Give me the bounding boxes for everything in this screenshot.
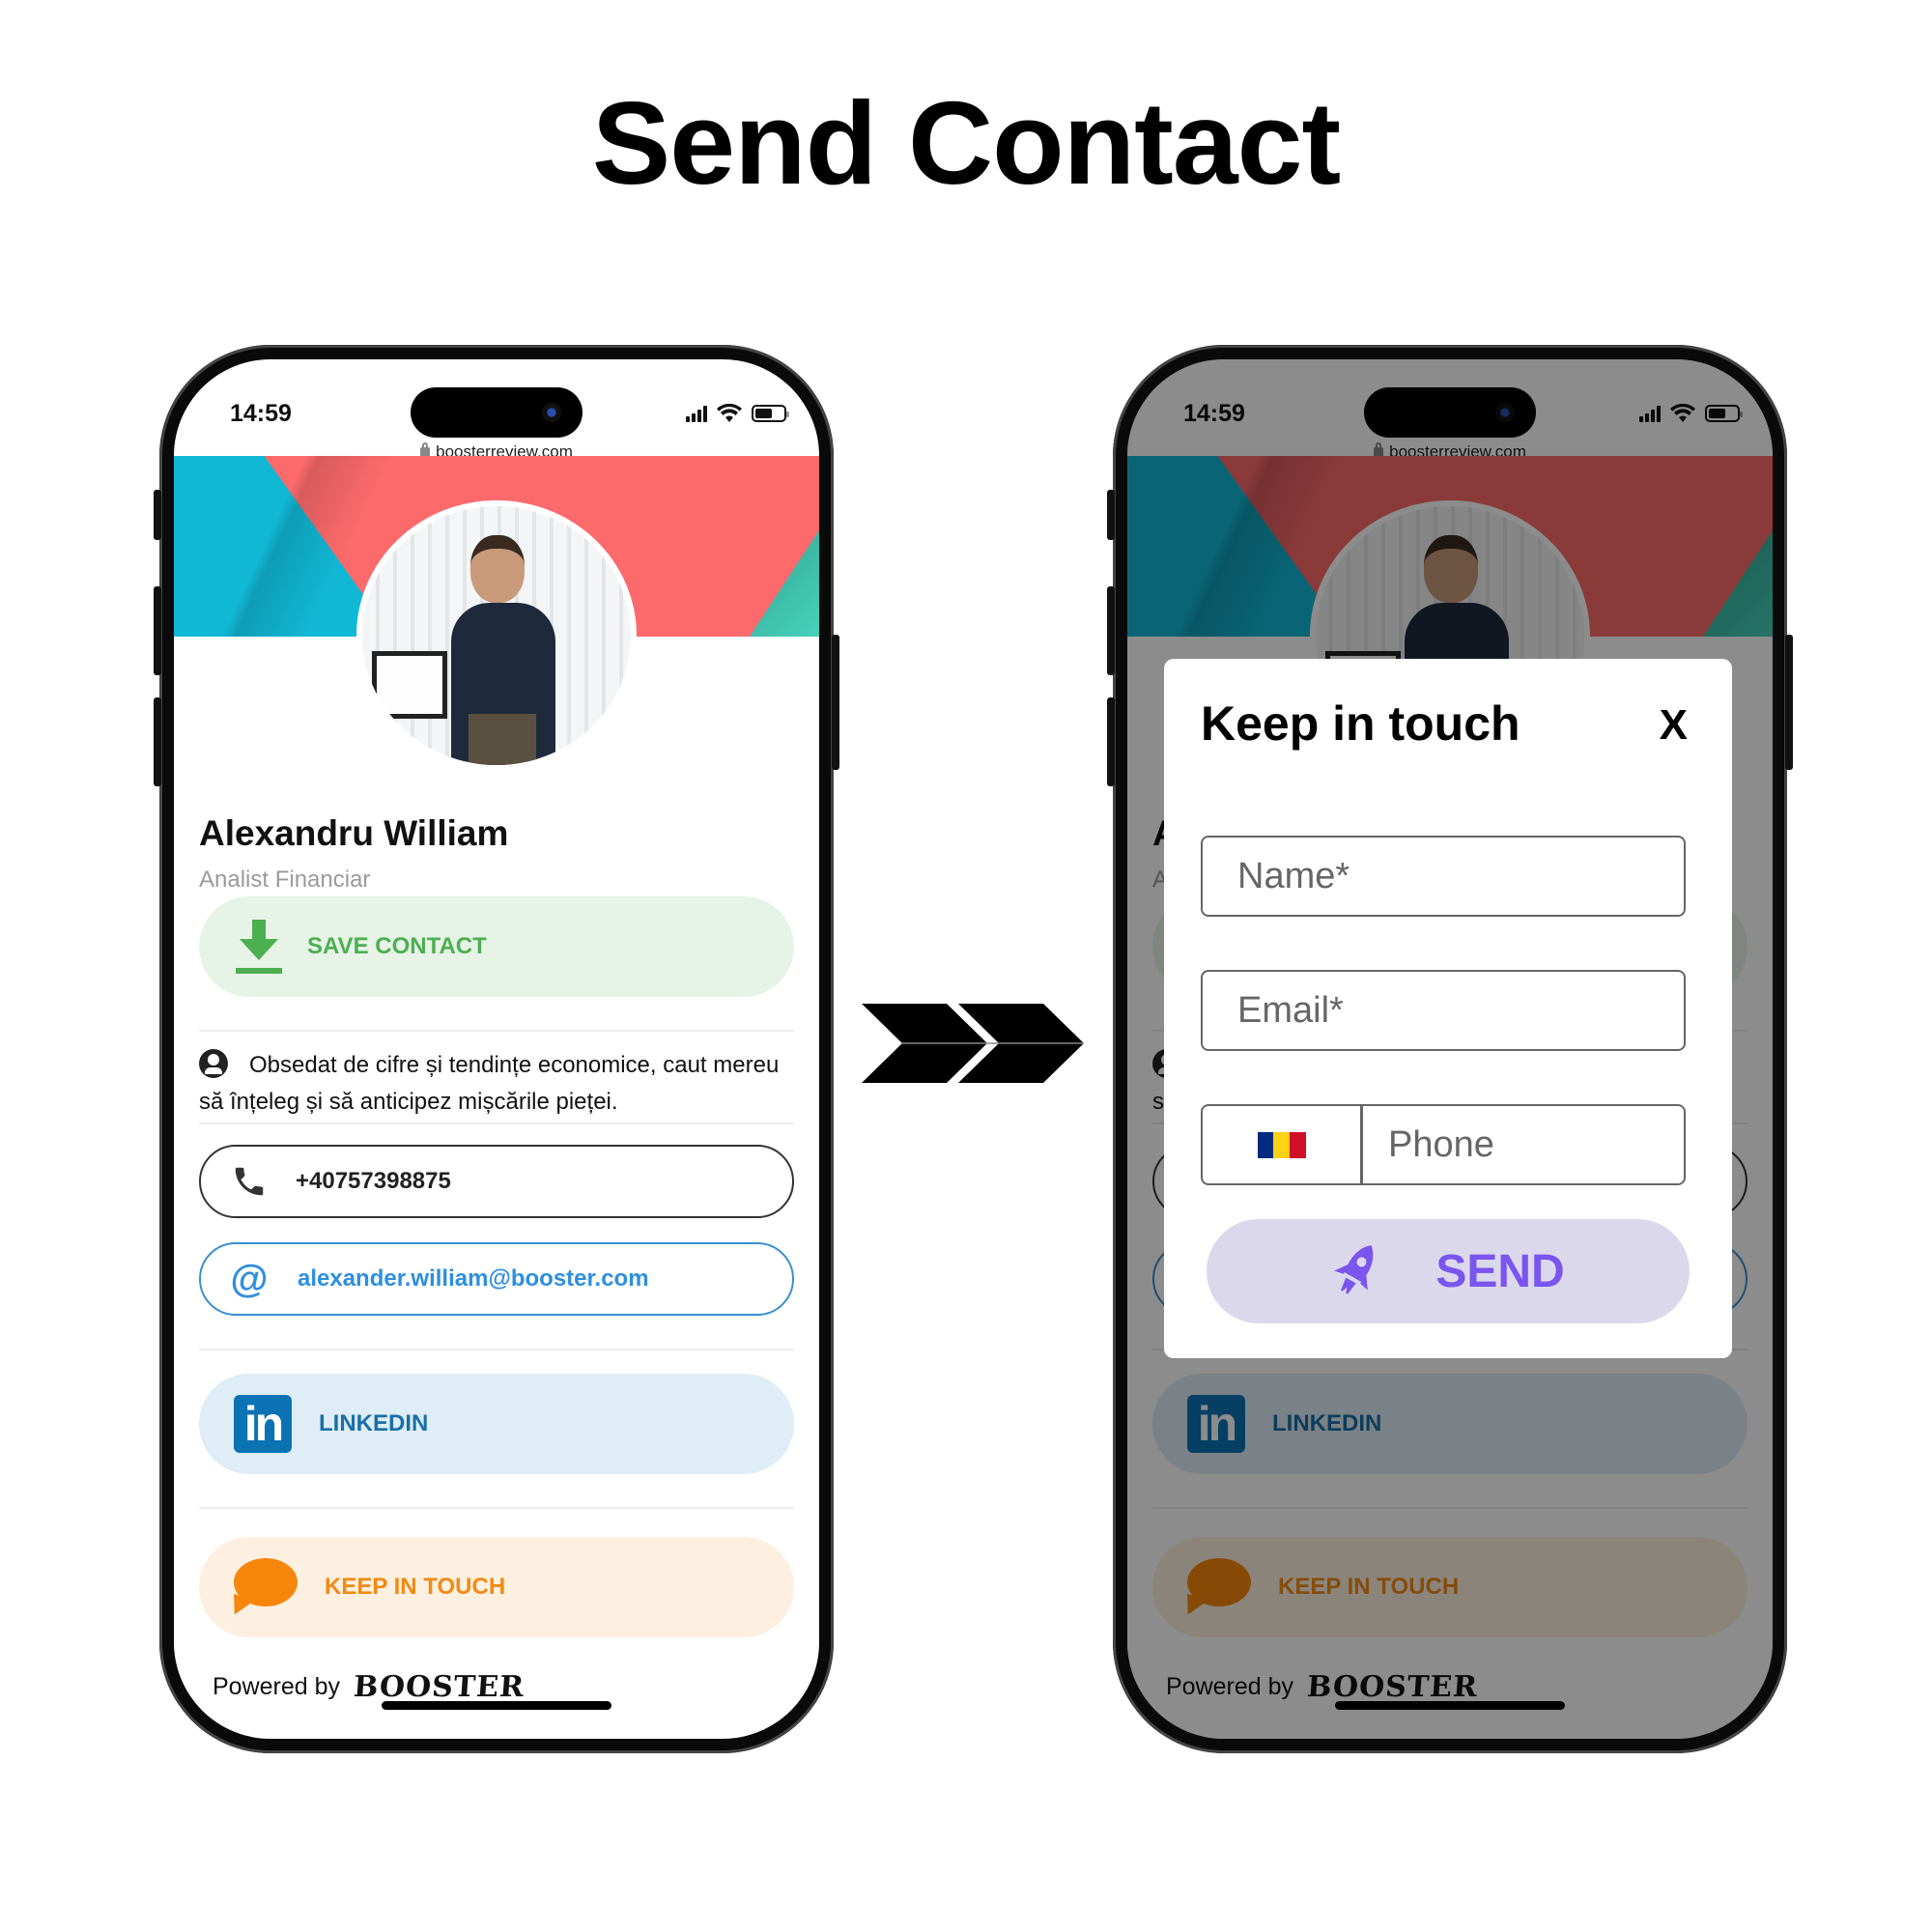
- romania-flag-icon: [1257, 1131, 1306, 1158]
- profile-role: Analist Financiar: [199, 867, 371, 893]
- profile-name: Alexandru William: [199, 813, 509, 853]
- side-button: [1785, 635, 1793, 770]
- double-chevron-right-icon: [862, 1004, 1084, 1083]
- phone-button[interactable]: +40757398875: [199, 1145, 794, 1218]
- name-input[interactable]: Name*: [1201, 836, 1686, 917]
- side-button: [154, 490, 161, 540]
- download-icon: [236, 920, 282, 974]
- email-input[interactable]: Email*: [1201, 970, 1686, 1051]
- side-button: [1107, 586, 1115, 675]
- home-indicator[interactable]: [1335, 1701, 1565, 1710]
- at-sign-icon: @: [230, 1258, 269, 1300]
- save-contact-button[interactable]: SAVE CONTACT: [199, 896, 794, 997]
- save-contact-label: SAVE CONTACT: [307, 933, 487, 959]
- country-selector[interactable]: [1203, 1106, 1363, 1183]
- phone-input[interactable]: Phone: [1363, 1124, 1494, 1166]
- side-button: [154, 586, 161, 675]
- linkedin-icon: in: [234, 1395, 292, 1453]
- page: Send Contact 14:59 boosterreview.com Ale…: [0, 0, 1932, 1932]
- name-placeholder: Name*: [1237, 855, 1350, 896]
- avatar: [356, 500, 637, 771]
- bio-text: Obsedat de cifre și tendințe economice, …: [199, 1052, 780, 1115]
- profile-bio: Obsedat de cifre și tendințe economice, …: [199, 1047, 781, 1121]
- user-circle-icon: [199, 1049, 228, 1078]
- phone-number: +40757398875: [296, 1168, 451, 1194]
- home-indicator[interactable]: [382, 1701, 611, 1710]
- powered-by-text: Powered by: [213, 1673, 341, 1700]
- send-label: SEND: [1435, 1245, 1565, 1297]
- divider: [199, 1030, 794, 1032]
- side-button: [154, 697, 161, 786]
- linkedin-label: LINKEDIN: [319, 1410, 429, 1436]
- phone-before: 14:59 boosterreview.com Alexandru Willia…: [154, 345, 839, 1753]
- divider: [199, 1349, 794, 1350]
- dynamic-island: [411, 387, 582, 438]
- page-title: Send Contact: [591, 77, 1341, 209]
- email-placeholder: Email*: [1237, 989, 1344, 1031]
- side-button: [1107, 697, 1115, 786]
- divider: [199, 1122, 794, 1124]
- side-button: [832, 635, 839, 770]
- send-button[interactable]: SEND: [1207, 1219, 1690, 1323]
- powered-by: Powered by BOOSTER: [213, 1670, 526, 1704]
- keep-in-touch-modal: Keep in touch X Name* Email* Phone SEND: [1164, 659, 1732, 1358]
- phone-icon: [230, 1162, 269, 1201]
- screen: 14:59 boosterreview.com Alexandru Willia…: [174, 359, 819, 1739]
- phone-after: 14:59 boosterreview.com Alexandru Willia…: [1107, 345, 1793, 1753]
- phone-field: Phone: [1201, 1104, 1686, 1185]
- close-button[interactable]: X: [1660, 701, 1688, 750]
- email-address: alexander.william@booster.com: [298, 1265, 649, 1292]
- modal-title: Keep in touch: [1201, 696, 1520, 751]
- side-button: [1107, 490, 1115, 540]
- screen: 14:59 boosterreview.com Alexandru Willia…: [1127, 359, 1773, 1739]
- chat-bubble-icon: [227, 1558, 298, 1620]
- linkedin-button[interactable]: in LINKEDIN: [199, 1374, 794, 1474]
- divider: [199, 1507, 794, 1509]
- keep-in-touch-button[interactable]: KEEP IN TOUCH: [199, 1537, 794, 1637]
- camera-icon: [542, 403, 561, 422]
- email-button[interactable]: @ alexander.william@booster.com: [199, 1242, 794, 1316]
- booster-logo[interactable]: BOOSTER: [353, 1670, 526, 1704]
- keep-in-touch-label: KEEP IN TOUCH: [325, 1574, 506, 1600]
- rocket-icon: [1334, 1245, 1374, 1294]
